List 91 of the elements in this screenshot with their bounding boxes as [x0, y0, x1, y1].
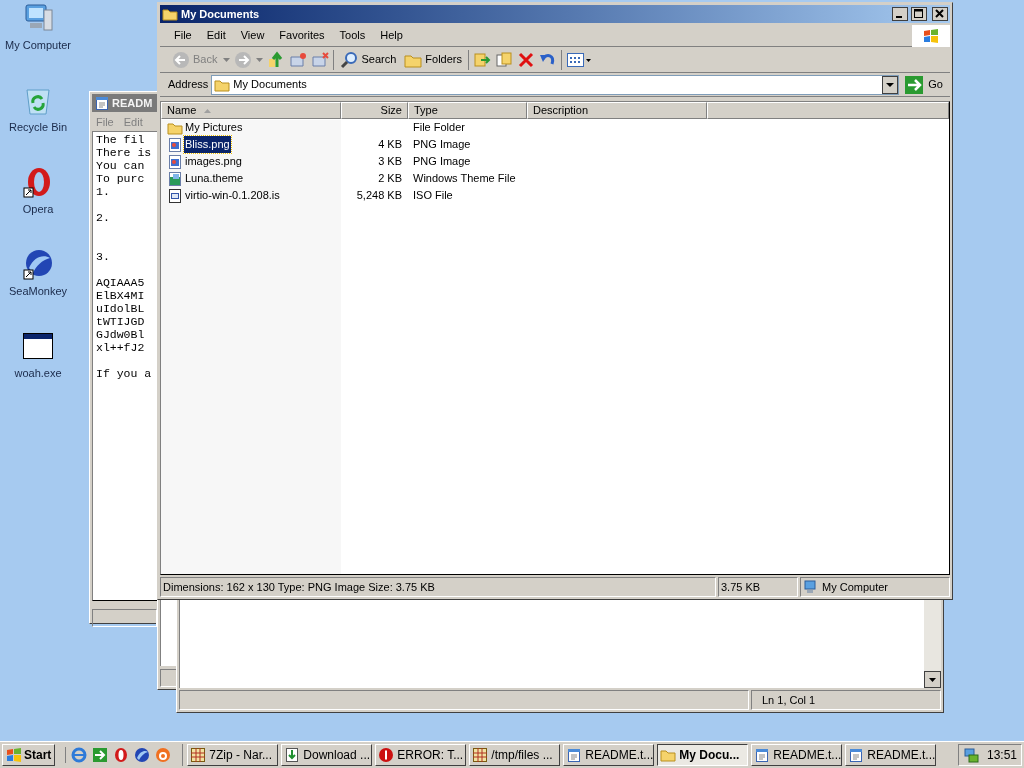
views-grid-icon[interactable]: [566, 50, 592, 69]
minimize-icon[interactable]: [892, 7, 908, 21]
notepad-icon: [848, 747, 865, 763]
status-size: 3.75 KB: [721, 579, 761, 595]
menu-item[interactable]: Edit: [206, 27, 226, 44]
windows-flag-icon: [6, 747, 22, 763]
program-window-icon[interactable]: [22, 330, 54, 362]
status-text: Dimensions: 162 x 130 Type: PNG Image Size: 3.75 KB: [163, 579, 435, 595]
taskbar-button[interactable]: README.t...: [751, 744, 843, 766]
file-type: File Folder: [413, 121, 465, 134]
notepad-icon: [566, 747, 583, 763]
menu-item[interactable]: Help: [380, 27, 403, 44]
dropdown-caret-icon[interactable]: [256, 57, 264, 62]
column-header[interactable]: Name: [161, 102, 341, 119]
column-header[interactable]: Type: [408, 102, 527, 119]
move-arrow-icon[interactable]: [473, 50, 491, 69]
grid-window-icon: [472, 747, 489, 763]
sort-ascending-icon: [204, 108, 212, 113]
file-name[interactable]: virtio-win-0.1.208.is: [184, 187, 281, 204]
dropdown-caret-icon[interactable]: [223, 57, 231, 62]
taskbar-button[interactable]: My Docu...: [657, 744, 749, 766]
taskbar-button[interactable]: README.t...: [845, 744, 937, 766]
folders-button[interactable]: Folders: [402, 48, 464, 71]
file-name[interactable]: Bliss.png: [184, 136, 231, 153]
windows-flag-icon: [922, 26, 940, 45]
cursor-position: Ln 1, Col 1: [762, 692, 816, 708]
file-type: ISO File: [413, 189, 453, 202]
file-name[interactable]: Luna.theme: [184, 170, 245, 187]
file-size: 5,248 KB: [356, 188, 402, 204]
close-icon[interactable]: [932, 7, 948, 21]
folder-icon: [660, 747, 677, 763]
theme-file-icon: [167, 170, 183, 187]
status-bar: [92, 609, 157, 627]
desktop-icon-label[interactable]: Recycle Bin: [8, 119, 68, 136]
address-label: Address: [168, 77, 209, 93]
menu-item[interactable]: File: [174, 27, 192, 44]
start-button[interactable]: Start: [2, 744, 56, 766]
window-title: My Documents: [181, 6, 261, 22]
arrow-icon[interactable]: [92, 747, 109, 763]
go-button[interactable]: Go: [902, 75, 946, 94]
clock: 13:51: [986, 747, 1017, 764]
copy-pages-icon[interactable]: [495, 50, 513, 69]
browser-icon[interactable]: [71, 747, 88, 763]
scrollbar[interactable]: [924, 600, 941, 688]
folder-icon: [162, 6, 178, 22]
desktop-icon-label[interactable]: Opera: [22, 201, 54, 218]
circle-logo-icon[interactable]: [155, 747, 172, 763]
go-arrow-icon: [905, 75, 924, 94]
error-icon: [378, 747, 395, 763]
notepad-icon: [94, 95, 110, 111]
file-size: 2 KB: [378, 171, 402, 187]
taskbar-button[interactable]: /tmp/files ...: [469, 744, 561, 766]
address-field[interactable]: My Documents: [211, 74, 900, 95]
computer-icon[interactable]: [22, 2, 54, 34]
taskbar-button[interactable]: Download ...: [281, 744, 373, 766]
menu-item[interactable]: Favorites: [279, 27, 325, 44]
computer-icon: [804, 580, 818, 594]
file-name[interactable]: images.png: [184, 153, 243, 170]
file-name[interactable]: My Pictures: [184, 119, 244, 136]
desktop-icon-label[interactable]: woah.exe: [14, 365, 62, 382]
desktop-icon-label[interactable]: My Computer: [5, 37, 71, 54]
grid-window-icon: [190, 747, 207, 763]
file-type: PNG Image: [413, 138, 471, 151]
column-header[interactable]: Size: [341, 102, 408, 119]
desktop-icon-label[interactable]: SeaMonkey: [8, 283, 68, 300]
network-icon[interactable]: [962, 747, 979, 763]
taskbar-button[interactable]: 7Zip - Nar...: [187, 744, 279, 766]
file-size: 3 KB: [378, 154, 402, 170]
image-file-icon: [167, 153, 183, 170]
maximize-icon[interactable]: [911, 7, 927, 21]
opera-icon[interactable]: [113, 747, 130, 763]
seamonkey-icon[interactable]: [22, 248, 54, 280]
notepad-icon: [754, 747, 771, 763]
taskbar-button[interactable]: README.t...: [563, 744, 655, 766]
column-header[interactable]: Description: [527, 102, 707, 119]
notepad-text: The fil There is You can To purc 1. 2. 3. AQIAAA5 ElBX4MI uIdolBL tWTIJGD GJdw0Bl xl++fJ2 If you a: [96, 133, 152, 380]
file-size: 4 KB: [378, 137, 402, 153]
menu-item[interactable]: View: [240, 27, 265, 44]
search-button[interactable]: Search: [338, 48, 399, 71]
disc-image-file-icon: [167, 187, 183, 204]
menu-item[interactable]: Tools: [339, 27, 366, 44]
image-file-icon: [167, 136, 183, 153]
taskbar-button[interactable]: ERROR: T...: [375, 744, 467, 766]
search-icon: [340, 50, 359, 69]
file-type: Windows Theme File: [413, 172, 516, 185]
seamonkey-icon[interactable]: [134, 747, 151, 763]
file-type: PNG Image: [413, 155, 471, 168]
status-zone: My Computer: [822, 579, 889, 595]
window-title: READM: [112, 95, 153, 111]
delete-icon[interactable]: [517, 50, 535, 69]
download-icon: [284, 747, 301, 763]
